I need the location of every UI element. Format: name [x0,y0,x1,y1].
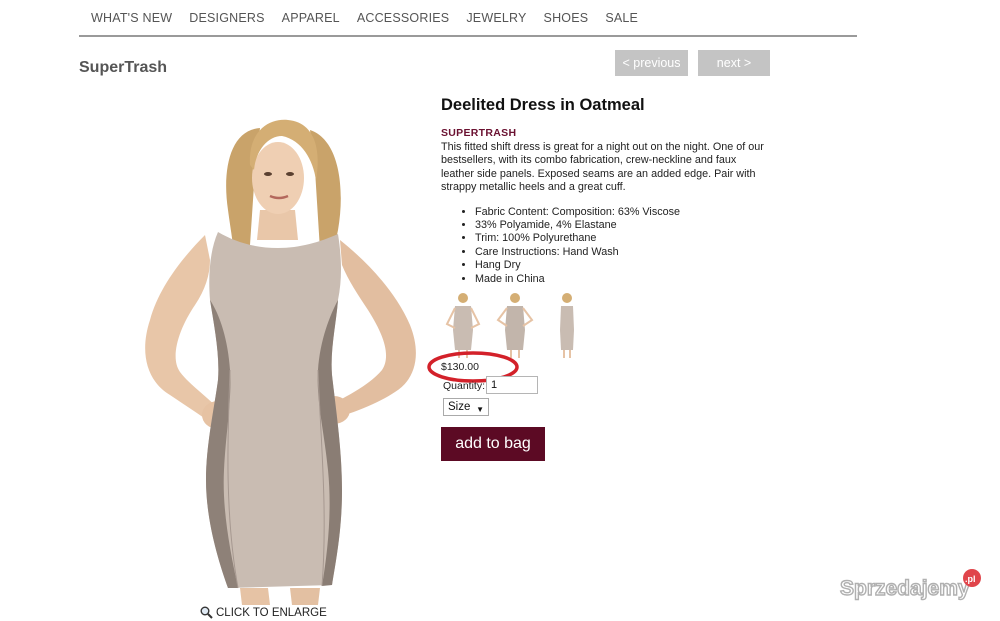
nav-item-jewelry[interactable]: JEWELRY [466,11,526,25]
nav-item-sale[interactable]: SALE [605,11,638,25]
top-navigation: WHAT'S NEW DESIGNERS APPAREL ACCESSORIES… [79,0,857,37]
nav-item-apparel[interactable]: APPAREL [282,11,340,25]
caret-down-icon: ▼ [476,405,484,414]
product-info: Deelited Dress in Oatmeal SUPERTRASH Thi… [441,96,771,286]
previous-button[interactable]: < previous [615,50,688,76]
click-to-enlarge-link[interactable]: CLICK TO ENLARGE [200,606,327,619]
nav-item-shoes[interactable]: SHOES [544,11,589,25]
product-price: $130.00 [441,361,479,373]
size-dropdown-label: Size [448,401,471,413]
nav-item-whats-new[interactable]: WHAT'S NEW [91,11,172,25]
magnifier-icon [200,606,213,619]
nav-item-designers[interactable]: DESIGNERS [189,11,264,25]
product-details-list: Fabric Content: Composition: 63% Viscose… [475,206,771,286]
quantity-label: Quantity: [443,380,486,392]
detail-item: Made in China [475,273,771,286]
svg-text:Sprzedajemy: Sprzedajemy [840,577,970,600]
thumbnail-side[interactable] [545,290,589,360]
size-dropdown[interactable]: Size ▼ [443,398,489,416]
designer-name[interactable]: SUPERTRASH [441,127,771,139]
nav-item-accessories[interactable]: ACCESSORIES [357,11,450,25]
product-main-image[interactable] [110,110,440,605]
product-title: Deelited Dress in Oatmeal [441,96,645,114]
nav-list: WHAT'S NEW DESIGNERS APPAREL ACCESSORIES… [79,0,857,25]
detail-item: Care Instructions: Hand Wash [475,246,771,259]
detail-item: 33% Polyamide, 4% Elastane [475,219,771,232]
sprzedajemy-watermark: Sprzedajemy .pl [839,569,981,601]
next-button[interactable]: next > [698,50,770,76]
detail-item: Fabric Content: Composition: 63% Viscose [475,206,771,219]
add-to-bag-button[interactable]: add to bag [441,427,545,461]
detail-item: Hang Dry [475,259,771,272]
product-description: This fitted shift dress is great for a n… [441,141,764,194]
brand-heading: SuperTrash [79,59,168,76]
quantity-input[interactable] [486,376,538,394]
detail-item: Trim: 100% Polyurethane [475,232,771,245]
enlarge-label: CLICK TO ENLARGE [216,606,327,619]
svg-text:.pl: .pl [965,574,976,584]
